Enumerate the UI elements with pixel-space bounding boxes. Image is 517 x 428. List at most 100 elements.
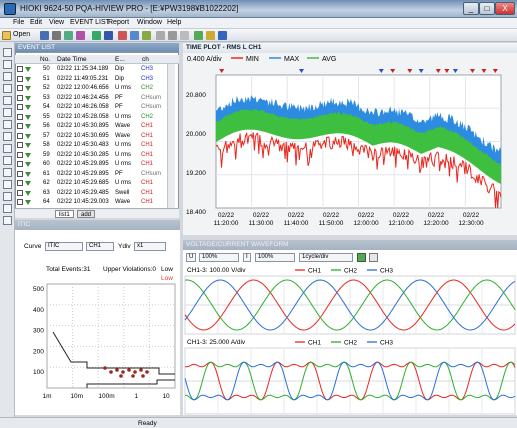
x-tick-time: 12:10:00 [388, 220, 414, 227]
tool-7-icon[interactable] [3, 120, 12, 129]
voltage-scale-label: CH1-3: 100.00 V/div [187, 267, 246, 274]
tool-12-icon[interactable] [3, 180, 12, 189]
event-row[interactable]: 64 02/22 10:45:29.003 Wave CH1 [17, 198, 167, 207]
report-icon[interactable] [118, 31, 127, 40]
row-checkbox[interactable] [17, 170, 23, 177]
event-row[interactable]: 50 02/22 11:25:34.189 Dip CH3 [17, 65, 167, 74]
row-checkbox[interactable] [17, 180, 23, 186]
event-row[interactable]: 62 02/22 10:45:29.685 U rms CH1 [17, 179, 167, 188]
waveform-grid-icon[interactable] [369, 253, 378, 262]
event-row[interactable]: 58 02/22 10:45:30.483 U rms CH1 [17, 141, 167, 150]
tool-14-icon[interactable] [3, 204, 12, 213]
event-row[interactable]: 55 02/22 10:45:28.058 U rms CH2 [17, 113, 167, 122]
current-scale-label: CH1-3: 25.000 A/div [187, 339, 246, 346]
tool-2-icon[interactable] [3, 60, 12, 69]
cursor-icon[interactable] [206, 31, 215, 40]
row-no: 50 [43, 66, 50, 72]
tool-5-icon[interactable] [3, 96, 12, 105]
close-button[interactable]: X [495, 2, 515, 15]
tool-15-icon[interactable] [3, 216, 12, 225]
event-row[interactable]: 56 02/22 10:45:30.895 Wave CH1 [17, 122, 167, 131]
col-datetime[interactable]: Date Time [57, 56, 87, 63]
row-checkbox[interactable] [17, 151, 23, 158]
event-row[interactable]: 57 02/22 10:45:30.695 Wave CH1 [17, 132, 167, 141]
event-row[interactable]: 52 02/22 12:00:46.656 U rms CH2 [17, 84, 167, 93]
list-icon[interactable] [130, 31, 139, 40]
row-channel: CHsum [141, 104, 162, 110]
save-icon[interactable] [40, 31, 49, 40]
menu-event-list[interactable]: EVENT LIST [70, 19, 110, 26]
tool-8-icon[interactable] [3, 132, 12, 141]
legend-label: MAX [284, 56, 300, 63]
menu-report[interactable]: Report [108, 19, 129, 26]
event-row[interactable]: 54 02/22 10:46:26.058 PF CHsum [17, 103, 167, 112]
waveform-zoom2-select[interactable]: 100% [255, 253, 295, 262]
chart-icon[interactable] [142, 31, 151, 40]
waveform-i-button[interactable]: I [243, 253, 251, 262]
disk-icon[interactable] [104, 31, 113, 40]
tool-9-icon[interactable] [3, 144, 12, 153]
tab-add[interactable]: add [77, 210, 96, 218]
row-checkbox[interactable] [17, 66, 23, 72]
event-row[interactable]: 60 02/22 10:45:29.895 U rms CH1 [17, 160, 167, 169]
row-checkbox[interactable] [17, 199, 23, 205]
waveform-zoom1-select[interactable]: 100% [199, 253, 239, 262]
itic-channel-select[interactable]: CH1 [86, 242, 114, 251]
maximize-button[interactable]: □ [479, 2, 495, 15]
tool-4-icon[interactable] [3, 84, 12, 93]
row-checkbox[interactable] [17, 113, 23, 120]
settings-icon[interactable] [92, 31, 101, 40]
waveform-color-icon[interactable] [357, 253, 366, 262]
row-checkbox[interactable] [17, 94, 23, 101]
folder-icon[interactable] [2, 31, 11, 40]
zoom-icon[interactable] [194, 31, 203, 40]
menu-view[interactable]: View [49, 19, 64, 26]
copy-icon[interactable] [64, 31, 73, 40]
event-row[interactable]: 61 02/22 10:45:29.895 PF CHsum [17, 170, 167, 179]
row-checkbox[interactable] [17, 75, 23, 82]
waveform-u-button[interactable]: U [186, 253, 197, 262]
col-no[interactable]: No. [40, 56, 50, 63]
row-checkbox[interactable] [17, 85, 23, 91]
tool-6-icon[interactable] [3, 108, 12, 117]
event-list-scrollbar[interactable] [167, 64, 175, 209]
row-checkbox[interactable] [17, 161, 23, 167]
waveform-cycle-select[interactable]: 1cycle/div [299, 253, 353, 262]
event-row[interactable]: 53 02/22 10:46:24.456 PF CHsum [17, 94, 167, 103]
tool-1-icon[interactable] [3, 48, 12, 57]
col-event[interactable]: E... [115, 56, 125, 63]
tool-10-icon[interactable] [3, 156, 12, 165]
menu-edit[interactable]: Edit [30, 19, 42, 26]
menu-help[interactable]: Help [167, 19, 181, 26]
row-checkbox[interactable] [17, 104, 23, 110]
row-checkbox[interactable] [17, 189, 23, 196]
cascade-icon[interactable] [180, 31, 189, 40]
event-row[interactable]: 59 02/22 10:45:30.285 U rms CH1 [17, 151, 167, 160]
x-tick-date: 02/22 [253, 212, 270, 219]
event-marker-icon [25, 200, 31, 205]
time-plot-scale: 0.400 A/div [187, 56, 222, 63]
minimize-button[interactable]: _ [463, 2, 479, 15]
tool-3-icon[interactable] [3, 72, 12, 81]
itic-curve-select[interactable]: ITIC [45, 242, 83, 251]
open-button[interactable]: Open [13, 31, 30, 38]
event-list-rows: 50 02/22 11:25:34.189 Dip CH3 51 02/22 11:49:… [17, 65, 167, 208]
event-row[interactable]: 51 02/22 11:49:05.231 Dip CH3 [17, 75, 167, 84]
tile-icon[interactable] [168, 31, 177, 40]
menu-window[interactable]: Window [137, 19, 162, 26]
tool-13-icon[interactable] [3, 192, 12, 201]
export-icon[interactable] [76, 31, 85, 40]
row-checkbox[interactable] [17, 123, 23, 129]
itic-ydiv-select[interactable]: x1 [134, 242, 166, 251]
print-icon[interactable] [52, 31, 61, 40]
menu-file[interactable]: File [13, 19, 24, 26]
x-tick-date: 02/22 [463, 212, 480, 219]
tool-11-icon[interactable] [3, 168, 12, 177]
tab-list1[interactable]: list1 [55, 210, 74, 218]
row-checkbox[interactable] [17, 132, 23, 139]
help-icon[interactable] [218, 31, 227, 40]
event-row[interactable]: 63 02/22 10:45:29.485 Swell CH1 [17, 189, 167, 198]
row-checkbox[interactable] [17, 142, 23, 148]
col-ch[interactable]: ch [142, 56, 149, 63]
window-icon[interactable] [156, 31, 165, 40]
